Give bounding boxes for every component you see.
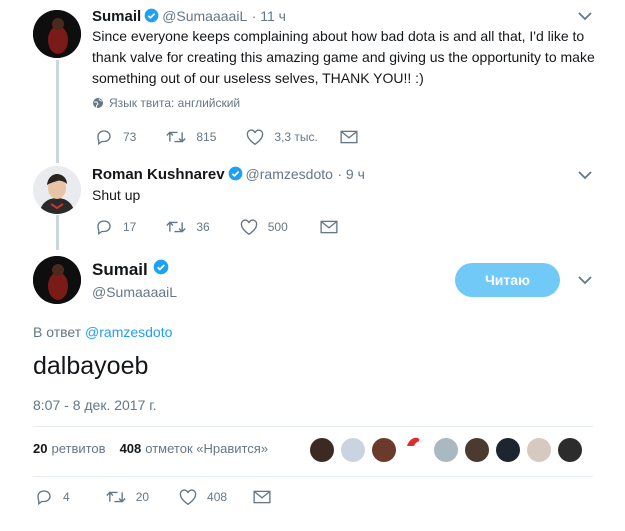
liker-avatar[interactable] [465, 438, 489, 462]
like-count: 3,3 тыс. [274, 130, 318, 144]
reply-button[interactable]: 4 [35, 488, 70, 506]
like-button[interactable]: 408 [179, 488, 228, 506]
reply-button[interactable]: 73 [95, 128, 136, 146]
like-button[interactable]: 3,3 тыс. [246, 128, 318, 146]
reply-button[interactable]: 17 [95, 218, 136, 236]
reply-context: В ответ @ramzesdoto [33, 324, 172, 340]
liker-avatar[interactable] [558, 438, 582, 462]
retweet-button[interactable]: 36 [166, 219, 210, 235]
like-stat-count: 408 [119, 441, 142, 456]
reply-to-link[interactable]: @ramzesdoto [85, 324, 172, 340]
retweet-stat-label: ретвитов [51, 441, 106, 456]
liker-avatar[interactable] [434, 438, 458, 462]
direct-message-button[interactable] [320, 220, 348, 234]
liker-avatar[interactable] [527, 438, 551, 462]
liker-avatar[interactable] [341, 438, 365, 462]
tweet-text: Since everyone keeps complaining about h… [92, 28, 595, 86]
heart-icon [240, 218, 257, 235]
tweet-time[interactable]: · 9 ч [337, 166, 365, 182]
chevron-down-icon[interactable] [578, 273, 592, 291]
like-stat-label: отметок «Нравится» [145, 441, 269, 456]
direct-message-button[interactable] [340, 130, 368, 144]
main-tweet-text: dalbayoeb [33, 352, 149, 380]
avatar-image [33, 256, 81, 304]
liker-avatar[interactable] [310, 438, 334, 462]
like-stat[interactable]: 408 отметок «Нравится» [120, 441, 269, 456]
like-button[interactable]: 500 [240, 218, 288, 236]
author-name[interactable]: Sumail [92, 8, 141, 25]
avatar[interactable] [33, 256, 81, 304]
language-note: Язык твита: английский [92, 96, 240, 110]
retweet-button[interactable]: 20 [105, 489, 150, 505]
language-note-text: Язык твита: английский [109, 96, 241, 110]
tweet-header: Sumail @SumaaaaiL · 11 ч [92, 8, 286, 28]
reply-icon [97, 220, 111, 236]
avatar[interactable] [33, 10, 81, 58]
reply-prefix: В ответ [33, 324, 82, 340]
verified-icon [228, 166, 243, 186]
globe-icon [93, 98, 103, 108]
verified-icon [144, 8, 159, 28]
retweet-count: 20 [135, 490, 150, 504]
thread-line [56, 60, 59, 163]
tweet-header: Roman Kushnarev @ramzesdoto · 9 ч [92, 166, 365, 186]
retweet-stat[interactable]: 20 ретвитов [33, 441, 106, 456]
author-name[interactable]: Roman Kushnarev [92, 166, 225, 183]
main-tweet-actions: 4 20 408 [35, 488, 311, 506]
author-handle[interactable]: @SumaaaaiL [92, 284, 177, 300]
liker-avatar[interactable] [496, 438, 520, 462]
santa-hat-icon [407, 437, 423, 446]
engagement-stats: 20 ретвитов 408 отметок «Нравится» [33, 441, 268, 456]
reply-count: 4 [63, 490, 70, 504]
author-name[interactable]: Sumail [92, 260, 148, 280]
avatar-image [33, 166, 81, 214]
tweet-timestamp[interactable]: 8:07 - 8 дек. 2017 г. [33, 397, 157, 413]
liker-avatars [310, 437, 589, 462]
retweet-button[interactable]: 815 [166, 129, 216, 145]
thread-line [56, 215, 59, 250]
retweet-icon [105, 491, 126, 503]
verified-icon [153, 259, 169, 280]
heart-icon [247, 128, 264, 145]
chevron-down-icon[interactable] [578, 168, 592, 186]
divider [33, 476, 593, 477]
liker-avatar[interactable] [403, 437, 427, 462]
retweet-icon [166, 131, 187, 143]
retweet-stat-count: 20 [33, 441, 48, 456]
heart-icon [179, 488, 197, 505]
tweet-actions: 17 36 500 [95, 218, 378, 236]
envelope-icon [253, 490, 271, 504]
tweet-time[interactable]: · 11 ч [252, 8, 286, 24]
retweet-icon [166, 221, 187, 233]
tweet-actions: 73 815 3,3 тыс. [95, 128, 398, 146]
reply-count: 17 [123, 220, 137, 234]
retweet-count: 36 [196, 220, 210, 234]
like-count: 408 [207, 490, 228, 504]
liker-avatar[interactable] [372, 438, 396, 462]
reply-count: 73 [123, 130, 137, 144]
author-handle[interactable]: @ramzesdoto [246, 166, 333, 182]
envelope-icon [320, 220, 338, 234]
following-button[interactable]: Читаю [455, 263, 560, 297]
avatar[interactable] [33, 166, 81, 214]
reply-icon [37, 490, 51, 506]
retweet-count: 815 [196, 130, 217, 144]
envelope-icon [340, 130, 358, 144]
reply-icon [97, 130, 111, 146]
like-count: 500 [267, 220, 288, 234]
direct-message-button[interactable] [253, 490, 281, 504]
main-author: Sumail @SumaaaaiL [92, 259, 177, 301]
tweet-text: Shut up [92, 187, 141, 203]
author-handle[interactable]: @SumaaaaiL [162, 8, 247, 24]
divider [33, 426, 593, 427]
chevron-down-icon[interactable] [578, 9, 592, 27]
avatar-image [33, 10, 81, 58]
